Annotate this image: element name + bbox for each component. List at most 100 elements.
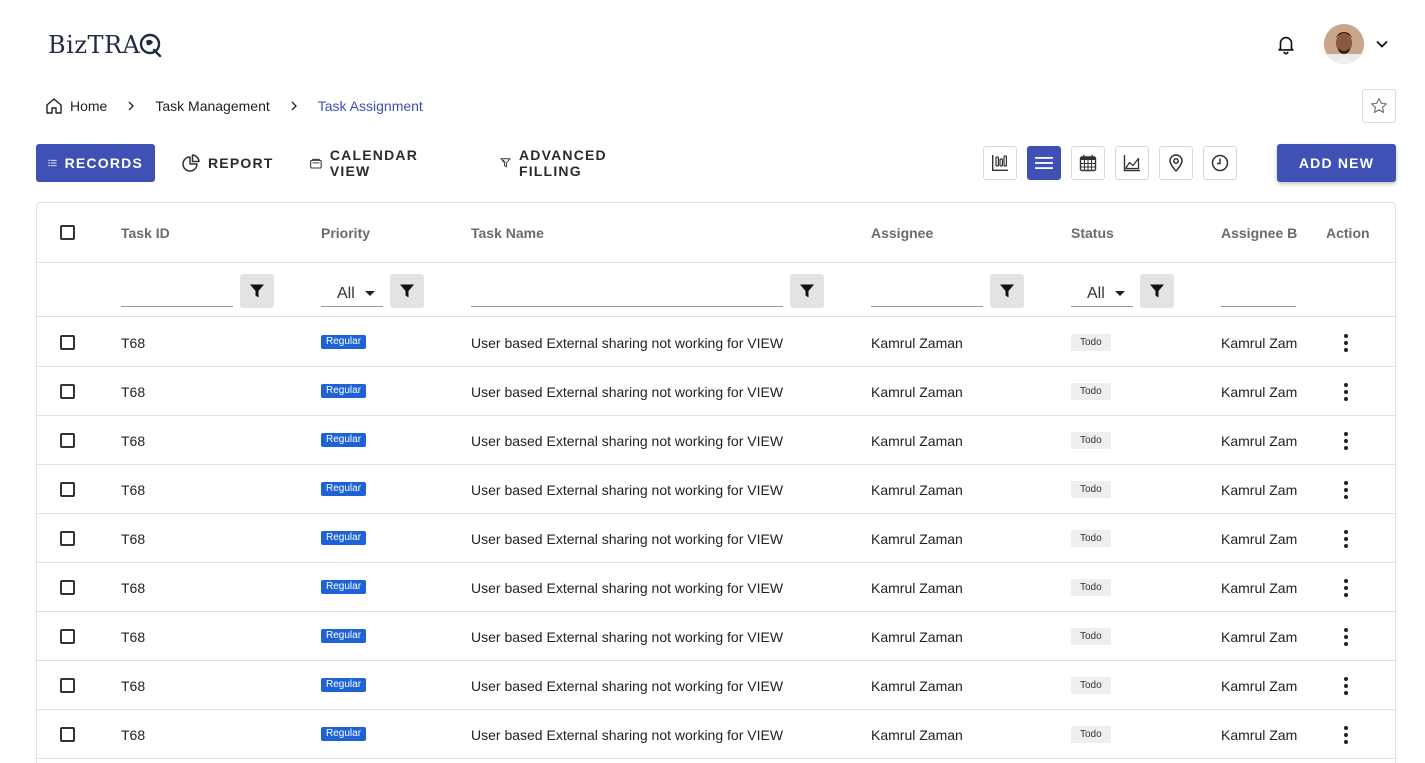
more-vertical-icon[interactable]	[1343, 529, 1349, 549]
top-header: BizTRA	[0, 0, 1425, 88]
assignee-by-cell: Kamrul Zaman	[1221, 629, 1297, 645]
assignee-by-filter-input[interactable]	[1221, 306, 1296, 307]
list-icon	[48, 159, 57, 167]
task-name-cell[interactable]: User based External sharing not working …	[471, 335, 783, 351]
chart-view-button[interactable]	[1115, 146, 1149, 180]
status-badge: Todo	[1071, 530, 1111, 547]
task-name-cell[interactable]: User based External sharing not working …	[471, 580, 783, 596]
kanban-view-button[interactable]	[983, 146, 1017, 180]
assignee-cell: Kamrul Zaman	[871, 433, 963, 449]
tab-advanced-filling-label: ADVANCED FILLING	[518, 147, 607, 179]
priority-badge: Regular	[321, 531, 367, 545]
priority-filter-button[interactable]	[390, 274, 424, 308]
column-header-assignee-by[interactable]: Assignee By	[1221, 225, 1297, 241]
assignee-cell: Kamrul Zaman	[871, 531, 963, 547]
task-table: Task ID Priority Task Name Assignee Stat…	[36, 202, 1396, 763]
breadcrumb-task-management[interactable]: Task Management	[155, 98, 269, 114]
task-id-filter-button[interactable]	[240, 274, 274, 308]
chevron-right-icon	[291, 101, 297, 111]
filter-row: All All	[37, 263, 1395, 317]
assignee-by-cell: Kamrul Zaman	[1221, 384, 1297, 400]
more-vertical-icon[interactable]	[1343, 578, 1349, 598]
table-row[interactable]: T68 Regular User based External sharing …	[37, 514, 1395, 563]
priority-badge: Regular	[321, 384, 367, 398]
column-header-task-id[interactable]: Task ID	[121, 225, 170, 241]
task-name-cell[interactable]: User based External sharing not working …	[471, 629, 783, 645]
task-name-cell[interactable]: User based External sharing not working …	[471, 433, 783, 449]
task-id-filter-input[interactable]	[121, 306, 233, 307]
row-checkbox[interactable]	[60, 433, 75, 448]
more-vertical-icon[interactable]	[1343, 333, 1349, 353]
table-row[interactable]: T68 Regular User based External sharing …	[37, 416, 1395, 465]
row-checkbox[interactable]	[60, 384, 75, 399]
task-name-filter-input[interactable]	[471, 306, 783, 307]
pie-chart-icon	[182, 154, 200, 172]
task-name-cell[interactable]: User based External sharing not working …	[471, 482, 783, 498]
row-checkbox[interactable]	[60, 629, 75, 644]
timeline-view-button[interactable]	[1203, 146, 1237, 180]
status-badge: Todo	[1071, 628, 1111, 645]
task-name-cell[interactable]: User based External sharing not working …	[471, 678, 783, 694]
task-id-cell: T68	[121, 482, 146, 498]
row-checkbox[interactable]	[60, 531, 75, 546]
assignee-filter-button[interactable]	[990, 274, 1024, 308]
table-row[interactable]: T68 Regular User based External sharing …	[37, 710, 1395, 759]
row-checkbox[interactable]	[60, 727, 75, 742]
tab-report[interactable]: REPORT	[182, 144, 274, 182]
notification-bell-icon[interactable]	[1275, 33, 1297, 55]
select-all-checkbox[interactable]	[60, 225, 75, 240]
more-vertical-icon[interactable]	[1343, 431, 1349, 451]
table-row[interactable]: T68 Regular User based External sharing …	[37, 563, 1395, 612]
chevron-down-icon[interactable]	[1375, 37, 1389, 51]
table-row[interactable]: T68 Regular User based External sharing …	[37, 367, 1395, 416]
row-checkbox[interactable]	[60, 580, 75, 595]
more-vertical-icon[interactable]	[1343, 676, 1349, 696]
status-filter-button[interactable]	[1140, 274, 1174, 308]
task-id-cell: T68	[121, 580, 146, 596]
task-name-filter-button[interactable]	[790, 274, 824, 308]
table-row[interactable]: T68 Regular User based External sharing …	[37, 612, 1395, 661]
breadcrumb-home[interactable]: Home	[45, 97, 107, 115]
list-view-button[interactable]	[1027, 146, 1061, 180]
priority-badge: Regular	[321, 727, 367, 741]
status-filter-select[interactable]: All	[1071, 281, 1133, 307]
chevron-right-icon	[128, 101, 135, 111]
table-row[interactable]: T68 Regular User based External sharing …	[37, 661, 1395, 710]
favorite-button[interactable]	[1362, 89, 1396, 123]
task-name-cell[interactable]: User based External sharing not working …	[471, 531, 783, 547]
task-id-cell: T68	[121, 384, 146, 400]
assignee-cell: Kamrul Zaman	[871, 727, 963, 743]
more-vertical-icon[interactable]	[1343, 725, 1349, 745]
tab-advanced-filling[interactable]: ADVANCED FILLING	[500, 144, 614, 182]
priority-filter-select[interactable]: All	[321, 281, 383, 307]
row-checkbox[interactable]	[60, 335, 75, 350]
calendar-grid-view-button[interactable]	[1071, 146, 1105, 180]
column-header-status[interactable]: Status	[1071, 225, 1114, 241]
logo-text: BizTRA	[48, 31, 141, 59]
assignee-filter-input[interactable]	[871, 306, 983, 307]
biztraq-logo[interactable]: BizTRA	[48, 27, 164, 63]
column-header-assignee[interactable]: Assignee	[871, 225, 933, 241]
task-name-cell[interactable]: User based External sharing not working …	[471, 384, 783, 400]
assignee-by-cell: Kamrul Zaman	[1221, 727, 1297, 743]
more-vertical-icon[interactable]	[1343, 627, 1349, 647]
row-checkbox[interactable]	[60, 678, 75, 693]
column-header-task-name[interactable]: Task Name	[471, 225, 544, 241]
add-new-button[interactable]: ADD NEW	[1277, 144, 1396, 182]
status-badge: Todo	[1071, 432, 1111, 449]
table-row[interactable]: T68 Regular User based External sharing …	[37, 465, 1395, 514]
row-checkbox[interactable]	[60, 482, 75, 497]
tab-records[interactable]: RECORDS	[36, 144, 155, 182]
table-row[interactable]: T68 Regular User based External sharing …	[37, 318, 1395, 367]
column-header-priority[interactable]: Priority	[321, 225, 370, 241]
status-badge: Todo	[1071, 334, 1111, 351]
assignee-by-cell: Kamrul Zaman	[1221, 531, 1297, 547]
calendar-view-icon	[310, 158, 322, 169]
tab-calendar-view[interactable]: CALENDAR VIEW	[310, 144, 423, 182]
more-vertical-icon[interactable]	[1343, 480, 1349, 500]
task-name-cell[interactable]: User based External sharing not working …	[471, 727, 783, 743]
more-vertical-icon[interactable]	[1343, 382, 1349, 402]
user-avatar[interactable]	[1324, 24, 1364, 64]
location-pin-icon	[1169, 154, 1183, 172]
map-view-button[interactable]	[1159, 146, 1193, 180]
